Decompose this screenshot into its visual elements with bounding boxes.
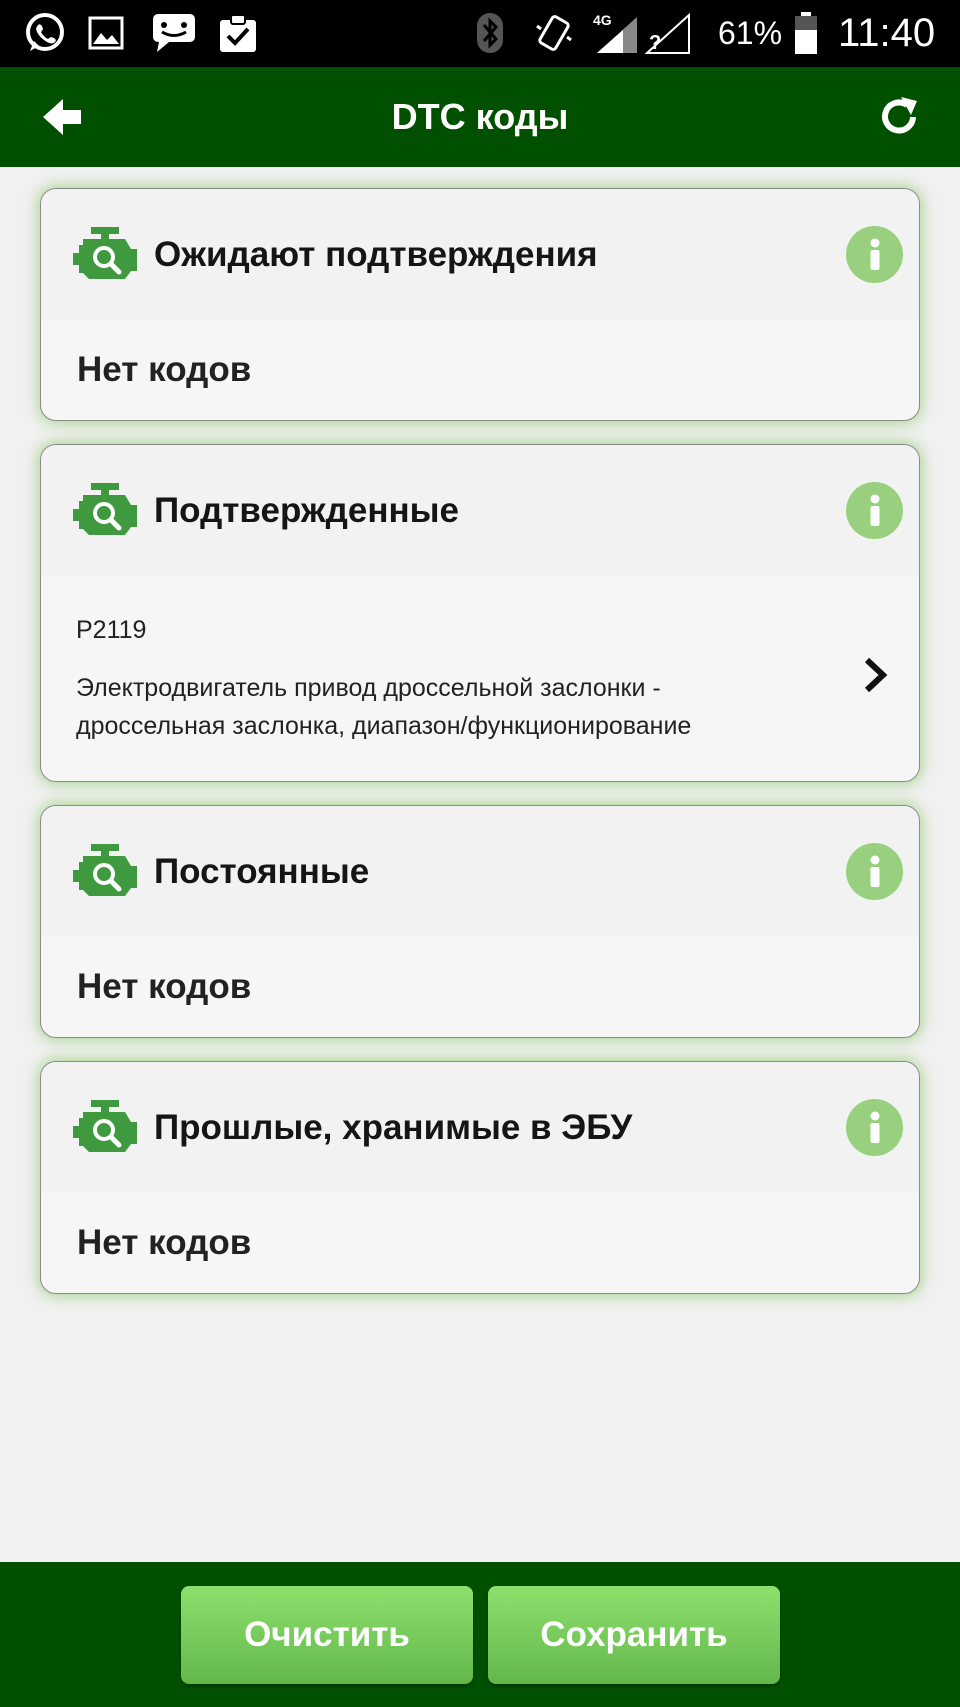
dtc-section-pending: Ожидают подтверждения Нет кодов: [40, 188, 920, 421]
empty-state-text: Нет кодов: [77, 1223, 252, 1262]
no-signal-icon: ?: [644, 10, 692, 56]
signal-icon: 4G: [592, 10, 642, 56]
dtc-description: Электродвигатель привод дроссельной засл…: [76, 674, 692, 740]
clear-button[interactable]: Очистить: [181, 1586, 473, 1684]
clipboard-check-icon: [216, 10, 260, 56]
refresh-icon: [882, 97, 917, 134]
status-bar: 4G ? 61% 11:40: [0, 0, 960, 67]
dtc-code-row[interactable]: P2119 Электродвигатель привод дроссельно…: [41, 576, 919, 776]
section-header: Прошлые, хранимые в ЭБУ: [41, 1062, 919, 1193]
info-button[interactable]: [846, 1099, 903, 1156]
messenger-icon: [150, 10, 198, 56]
info-icon: [865, 494, 885, 528]
info-button[interactable]: [846, 482, 903, 539]
dtc-section-permanent: Постоянные Нет кодов: [40, 805, 920, 1038]
section-title: Подтвержденные: [154, 491, 460, 530]
whatsapp-icon: [22, 10, 68, 56]
svg-text:?: ?: [649, 32, 661, 54]
dtc-section-confirmed: Подтвержденные P2119 Электродвигатель пр…: [40, 444, 920, 782]
gallery-icon: [86, 10, 126, 56]
clock: 11:40: [838, 11, 936, 55]
engine-check-icon: [73, 844, 139, 896]
bluetooth-icon: [474, 10, 506, 56]
engine-check-icon: [73, 1100, 139, 1152]
info-button[interactable]: [846, 226, 903, 283]
info-button[interactable]: [846, 843, 903, 900]
vibrate-icon: [532, 10, 576, 56]
section-header: Постоянные: [41, 806, 919, 937]
section-header: Ожидают подтверждения: [41, 189, 919, 320]
engine-check-icon: [73, 483, 139, 535]
page-title: DTC коды: [391, 96, 569, 137]
engine-check-icon: [73, 227, 139, 279]
empty-state-text: Нет кодов: [77, 967, 252, 1006]
info-icon: [865, 238, 885, 272]
dtc-code: P2119: [76, 616, 147, 644]
section-title: Прошлые, хранимые в ЭБУ: [154, 1108, 633, 1147]
section-title: Ожидают подтверждения: [154, 235, 598, 274]
network-type-label: 4G: [593, 12, 612, 28]
chevron-right-icon: [864, 657, 888, 693]
refresh-button[interactable]: [874, 92, 924, 142]
battery-percent: 61%: [718, 15, 783, 51]
bottom-action-bar: Очистить Сохранить: [0, 1562, 960, 1707]
dtc-section-history: Прошлые, хранимые в ЭБУ Нет кодов: [40, 1061, 920, 1294]
section-header: Подтвержденные: [41, 445, 919, 576]
info-icon: [865, 1111, 885, 1145]
save-button[interactable]: Сохранить: [488, 1586, 780, 1684]
battery-icon: [794, 10, 818, 56]
app-bar: DTC коды: [0, 67, 960, 167]
section-title: Постоянные: [154, 852, 370, 891]
info-icon: [865, 855, 885, 889]
empty-state-text: Нет кодов: [77, 350, 252, 389]
